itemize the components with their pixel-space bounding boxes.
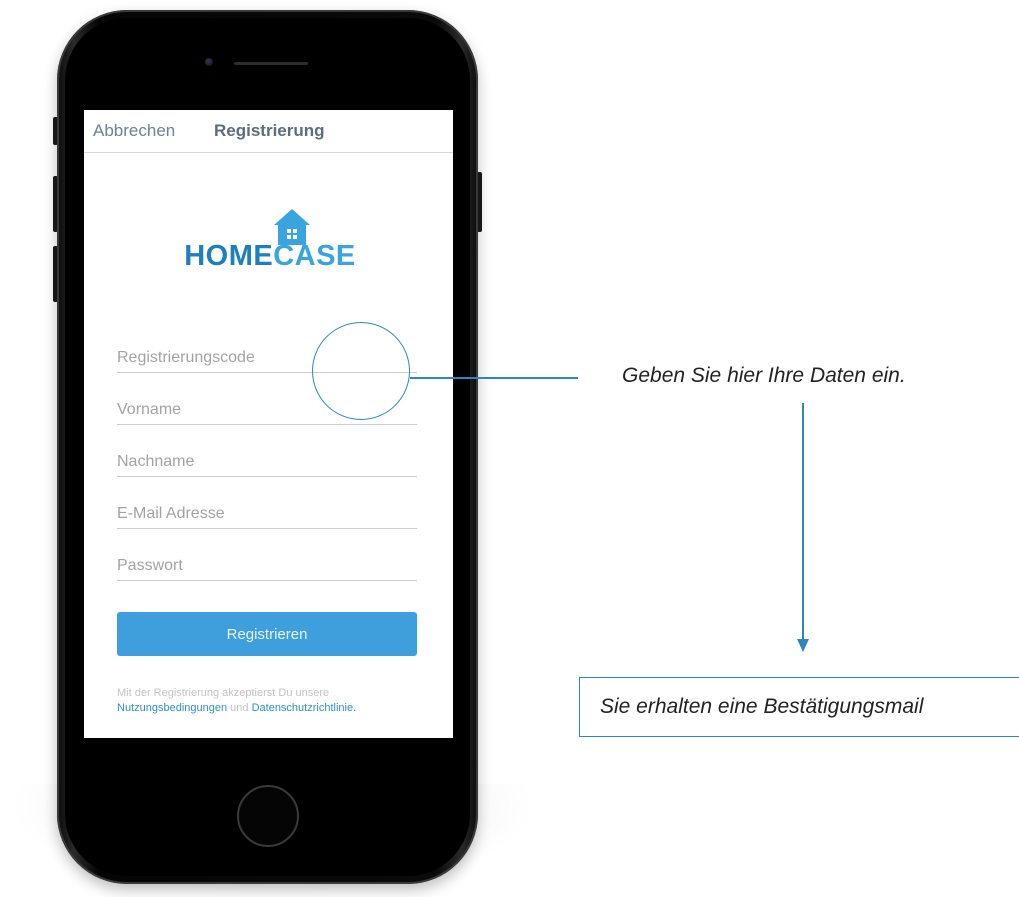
privacy-policy-link[interactable]: Datenschutzrichtlinie.	[252, 702, 357, 714]
home-button[interactable]	[237, 785, 299, 847]
arrow-line	[802, 403, 804, 639]
page-title: Registrierung	[214, 121, 325, 140]
logo-text-home: HOME	[184, 240, 274, 272]
password-input[interactable]	[117, 552, 417, 581]
email-input[interactable]	[117, 500, 417, 529]
callout-enter-data: Geben Sie hier Ihre Daten ein.	[622, 364, 906, 387]
cancel-button[interactable]: Abbrechen	[93, 121, 175, 141]
callout-box: Sie erhalten eine Bestätigungsmail	[579, 677, 1019, 737]
terms-prefix: Mit der Registrierung akzeptierst Du uns…	[117, 687, 330, 699]
terms-conjunction: und	[230, 702, 249, 714]
callout-line	[410, 377, 578, 379]
terms-of-use-link[interactable]: Nutzungsbedingungen	[117, 702, 227, 714]
homecase-logo: HOMECASE	[170, 240, 370, 273]
navigation-bar: Abbrechen Registrierung	[84, 110, 453, 153]
last-name-input[interactable]	[117, 448, 417, 477]
highlight-circle	[312, 322, 410, 420]
earpiece-speaker	[234, 62, 308, 65]
register-button[interactable]: Registrieren	[117, 612, 417, 656]
front-camera-icon	[205, 58, 213, 66]
app-screen: Abbrechen Registrierung HOMECASE Registr…	[84, 110, 453, 738]
callout-confirmation-mail: Sie erhalten eine Bestätigungsmail	[600, 695, 924, 718]
logo-text-case: CASE	[273, 240, 356, 272]
terms-notice: Mit der Registrierung akzeptierst Du uns…	[117, 686, 427, 716]
arrow-down-icon	[797, 639, 809, 652]
